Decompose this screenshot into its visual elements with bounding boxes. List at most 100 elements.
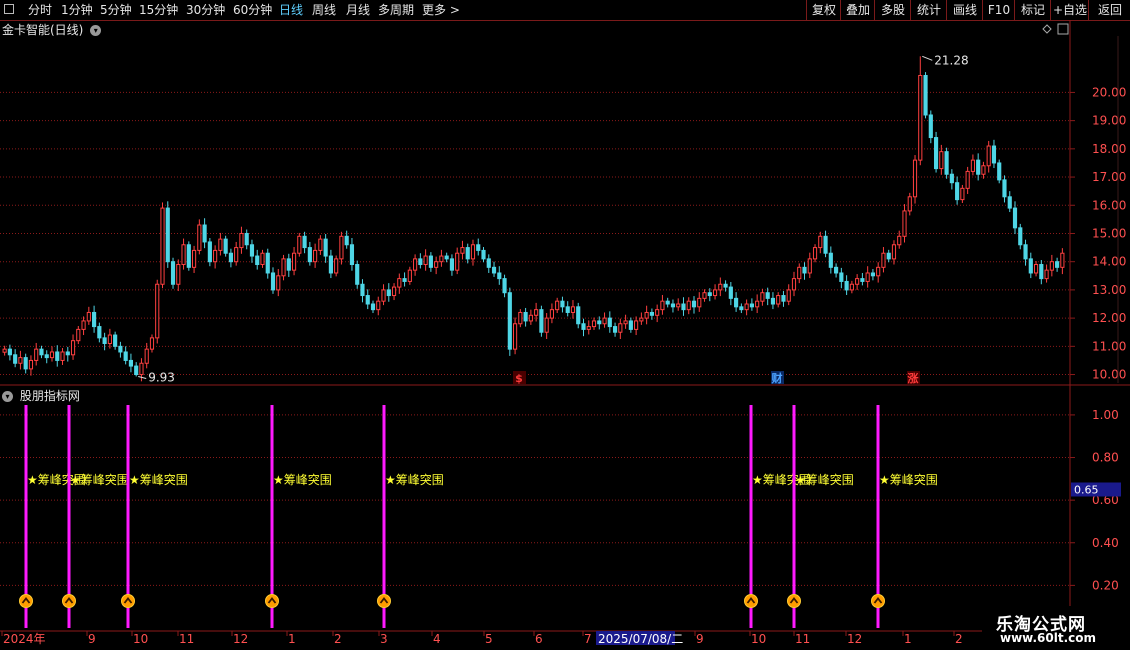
candle-body [860, 278, 865, 282]
candle-body [618, 323, 623, 333]
chevron-down-circle-icon[interactable]: ▾ [2, 391, 13, 402]
toolbar-item-2[interactable]: 5分钟 [100, 0, 132, 20]
candle-body [255, 255, 260, 266]
candle-body [381, 289, 386, 302]
candle-body [970, 159, 975, 172]
candle-body [470, 244, 476, 260]
candle-body [765, 292, 770, 299]
candle-body [1033, 264, 1039, 274]
signal-label: ★筹峰突围 [129, 472, 188, 487]
toolbar-right-2[interactable]: 多股 [874, 0, 911, 20]
candle-body [828, 252, 833, 268]
price-tick-label: 14.00 [1092, 255, 1126, 269]
chevron-up-icon [64, 597, 74, 604]
candle-body [13, 354, 18, 364]
annotations: 21.28 9.93 $ 财 涨 [138, 23, 1069, 385]
signal-up-icon [121, 594, 135, 608]
chevron-up-icon [746, 597, 756, 604]
price-tick-label: 18.00 [1092, 142, 1126, 156]
chart-canvas[interactable]: ★筹峰突围★筹峰突围 ★筹峰突围 ★筹峰突围 ★筹峰突围 ★筹峰突围★筹峰突围 ★筹峰突围… [0, 0, 1130, 650]
candle-body [823, 235, 828, 254]
signal-up-icon [787, 594, 801, 608]
time-label-13: 9 [696, 632, 704, 646]
candle-body [612, 326, 618, 333]
low-marker [138, 376, 147, 379]
candle-body [718, 283, 723, 291]
candle-body [276, 275, 281, 291]
signal-up-icon [265, 594, 279, 608]
candle-body [691, 300, 697, 308]
candle-body [281, 258, 286, 277]
toolbar-item-7[interactable]: 周线 [312, 0, 336, 20]
signal-label: ★筹峰突围 [273, 472, 332, 487]
candle-body [349, 244, 355, 266]
candle-body [681, 303, 686, 311]
candle-body [818, 235, 823, 249]
chevron-down-circle-icon[interactable]: ▾ [90, 25, 102, 36]
price-tick-label: 12.00 [1092, 311, 1126, 325]
candle-body [844, 280, 849, 291]
candle-body [686, 300, 691, 311]
signal-up-icon [377, 594, 391, 608]
toolbar-right-3[interactable]: 统计 [910, 0, 947, 20]
candle-body [955, 182, 960, 201]
candle-body [213, 249, 218, 263]
axes: 20.00 19.00 18.00 17.00 16.00 15.00 14.00 13.00… [1, 36, 1126, 646]
toolbar-item-8[interactable]: 月线 [346, 0, 370, 20]
candle-body [1060, 252, 1065, 268]
candle-body [118, 345, 123, 353]
chevron-up-icon [123, 597, 133, 604]
toolbar-right-0[interactable]: 复权 [806, 0, 841, 20]
signal-label: ★筹峰突围 [752, 472, 811, 487]
time-label-7: 3 [380, 632, 388, 646]
menu-icon[interactable] [4, 4, 14, 14]
candle-body [1055, 261, 1060, 268]
time-label-14: 10 [751, 632, 766, 646]
chevron-up-icon [267, 597, 277, 604]
candle-body [234, 247, 239, 263]
candle-body [481, 249, 486, 260]
toolbar-item-0[interactable]: 分时 [28, 0, 52, 20]
window-icon [1057, 23, 1069, 35]
price-tick-label: 17.00 [1092, 170, 1126, 184]
candle-body [60, 351, 65, 361]
candle-body [1039, 264, 1044, 280]
candle-body [360, 283, 365, 297]
toolbar-item-10[interactable]: 更多 > [422, 0, 460, 20]
chevron-up-icon [873, 597, 883, 604]
toolbar-item-6[interactable]: 日线 [279, 0, 303, 20]
toolbar-item-4[interactable]: 30分钟 [186, 0, 225, 20]
signal-label: ★筹峰突围 [879, 472, 938, 487]
time-label-5: 1 [288, 632, 296, 646]
candle-body [981, 165, 986, 175]
signal-series: ★筹峰突围★筹峰突围 ★筹峰突围 ★筹峰突围 ★筹峰突围 ★筹峰突围★筹峰突围 ★筹峰突围 [19, 405, 938, 628]
chevron-up-icon [789, 597, 799, 604]
time-label-6: 2 [334, 632, 342, 646]
indicator-header: ▾ 股朋指标网 [2, 387, 80, 404]
candle-body [476, 244, 481, 251]
toolbar-right-1[interactable]: 叠加 [840, 0, 875, 20]
candle-body [1007, 196, 1012, 209]
toolbar-item-9[interactable]: 多周期 [378, 0, 414, 20]
candle-body [655, 309, 660, 316]
price-tick-label: 15.00 [1092, 226, 1126, 240]
candle-body [739, 306, 744, 311]
time-label-11: 7 [584, 632, 592, 646]
candle-body [81, 320, 86, 330]
candle-body [407, 269, 412, 282]
toolbar-right-7[interactable]: +自选 [1050, 0, 1089, 20]
candle-body [897, 235, 902, 246]
time-label-3: 11 [179, 632, 194, 646]
toolbar-item-1[interactable]: 1分钟 [61, 0, 93, 20]
toolbar-right-5[interactable]: F10 [982, 0, 1015, 20]
toolbar-right-8[interactable]: 返回 [1088, 0, 1130, 20]
candle-body [144, 348, 149, 364]
candle-body [513, 323, 518, 350]
toolbar-item-3[interactable]: 15分钟 [139, 0, 178, 20]
toolbar-item-5[interactable]: 60分钟 [233, 0, 272, 20]
toolbar-right-6[interactable]: 标记 [1014, 0, 1051, 20]
toolbar-right-4[interactable]: 画线 [946, 0, 983, 20]
candle-body [355, 264, 360, 285]
candle-body [97, 326, 102, 339]
candle-body [70, 340, 76, 356]
